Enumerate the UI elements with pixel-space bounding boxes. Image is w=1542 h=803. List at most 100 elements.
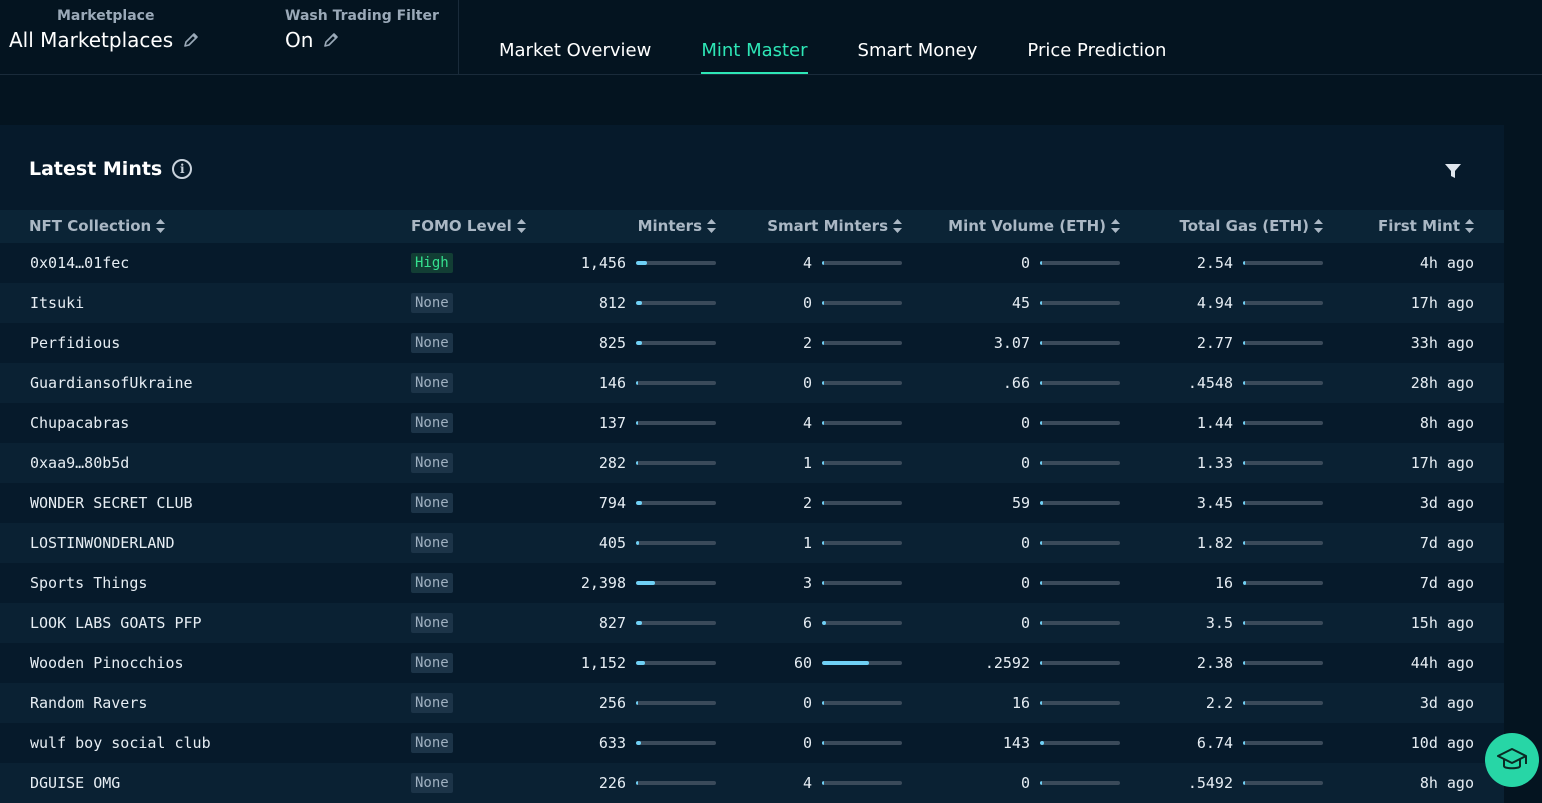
tab-price-prediction[interactable]: Price Prediction (1027, 0, 1166, 74)
column-header-nft-collection[interactable]: NFT Collection (29, 210, 166, 243)
column-header-minters[interactable]: Minters (638, 210, 716, 243)
mint-volume-bar (1040, 661, 1120, 665)
wash-trading-filter[interactable]: Wash Trading Filter On (285, 8, 439, 52)
sort-icon (516, 218, 526, 233)
mint-volume-value: 0 (1020, 774, 1030, 792)
total-gas-bar (1243, 581, 1323, 585)
table-row[interactable]: LOOK LABS GOATS PFP None 827 6 0 3.5 15h ago (0, 603, 1504, 643)
sort-icon (893, 218, 902, 233)
column-header-first-mint[interactable]: First Mint (1378, 210, 1474, 243)
total-gas-value: 16 (1214, 574, 1233, 592)
info-icon[interactable]: i (172, 159, 193, 179)
smart-minters-value: 1 (802, 454, 812, 472)
collection-name[interactable]: LOSTINWONDERLAND (30, 523, 175, 563)
minters-value: 1,152 (580, 654, 626, 672)
table-row[interactable]: Itsuki None 812 0 45 4.94 17h ago (0, 283, 1504, 323)
minters-bar (636, 301, 716, 305)
mint-volume-value: 143 (1002, 734, 1030, 752)
table-row[interactable]: Wooden Pinocchios None 1,152 60 .2592 2.38 44h… (0, 643, 1504, 683)
table-row[interactable]: Perfidious None 825 2 3.07 2.77 33h ago (0, 323, 1504, 363)
smart-minters-bar (822, 301, 902, 305)
first-mint-value: 7d ago (1419, 534, 1474, 552)
smart-minters-bar (822, 741, 902, 745)
table-row[interactable]: 0xaa9…80b5d None 282 1 0 1.33 17h ago (0, 443, 1504, 483)
smart-minters-value: 4 (802, 254, 812, 272)
total-gas-value: 6.74 (1196, 734, 1233, 752)
collection-name[interactable]: WONDER SECRET CLUB (30, 483, 193, 523)
table-row[interactable]: Random Ravers None 256 0 16 2.2 3d ago (0, 683, 1504, 723)
fomo-badge: None (411, 333, 453, 353)
smart-minters-bar (822, 381, 902, 385)
minters-value: 812 (598, 294, 626, 312)
total-gas-bar (1243, 461, 1323, 465)
fomo-badge: High (411, 253, 453, 273)
minters-bar (636, 341, 716, 345)
first-mint-value: 3d ago (1419, 494, 1474, 512)
tab-mint-master[interactable]: Mint Master (701, 0, 808, 74)
first-mint-value: 3d ago (1419, 694, 1474, 712)
column-header-total-gas[interactable]: Total Gas (ETH) (1179, 210, 1323, 243)
table-row[interactable]: GuardiansofUkraine None 146 0 .66 .4548 28h ag… (0, 363, 1504, 403)
total-gas-value: 4.94 (1196, 294, 1233, 312)
collection-name[interactable]: 0x014…01fec (30, 243, 129, 283)
minters-bar (636, 581, 716, 585)
mint-volume-value: 16 (1011, 694, 1030, 712)
collection-name[interactable]: wulf boy social club (30, 723, 211, 763)
table-row[interactable]: Chupacabras None 137 4 0 1.44 8h ago (0, 403, 1504, 443)
tab-market-overview[interactable]: Market Overview (499, 0, 651, 74)
card-title: Latest Mints i (29, 158, 193, 180)
mint-volume-bar (1040, 701, 1120, 705)
total-gas-value: 3.5 (1205, 614, 1233, 632)
minters-value: 405 (598, 534, 626, 552)
minters-bar (636, 621, 716, 625)
collection-name[interactable]: Wooden Pinocchios (30, 643, 184, 683)
pencil-icon[interactable] (183, 32, 199, 48)
fomo-badge: None (411, 453, 453, 473)
learn-button[interactable] (1485, 733, 1539, 787)
nav-tabs: Market Overview Mint Master Smart Money … (499, 0, 1166, 74)
column-header-fomo-level[interactable]: FOMO Level (411, 210, 526, 243)
table-row[interactable]: Sports Things None 2,398 3 0 16 7d ago (0, 563, 1504, 603)
table-row[interactable]: WONDER SECRET CLUB None 794 2 59 3.45 3d ago (0, 483, 1504, 523)
table-row[interactable]: DGUISE OMG None 226 4 0 .5492 8h ago (0, 763, 1504, 803)
minters-bar (636, 421, 716, 425)
collection-name[interactable]: GuardiansofUkraine (30, 363, 193, 403)
minters-bar (636, 741, 716, 745)
collection-name[interactable]: 0xaa9…80b5d (30, 443, 129, 483)
column-header-mint-volume[interactable]: Mint Volume (ETH) (948, 210, 1120, 243)
collection-name[interactable]: Random Ravers (30, 683, 147, 723)
minters-value: 1,456 (580, 254, 626, 272)
total-gas-bar (1243, 781, 1323, 785)
total-gas-bar (1243, 621, 1323, 625)
fomo-badge: None (411, 653, 453, 673)
marketplace-value: All Marketplaces (9, 28, 174, 52)
smart-minters-bar (822, 781, 902, 785)
minters-bar (636, 781, 716, 785)
smart-minters-value: 4 (802, 414, 812, 432)
marketplace-filter[interactable]: Marketplace All Marketplaces (9, 8, 199, 52)
latest-mints-title: Latest Mints (29, 158, 163, 180)
filter-icon[interactable] (1444, 162, 1462, 180)
collection-name[interactable]: DGUISE OMG (30, 763, 120, 803)
smart-minters-bar (822, 501, 902, 505)
table-row[interactable]: 0x014…01fec High 1,456 4 0 2.54 4h ago (0, 243, 1504, 283)
column-header-smart-minters[interactable]: Smart Minters (767, 210, 902, 243)
mint-volume-bar (1040, 541, 1120, 545)
table-row[interactable]: wulf boy social club None 633 0 143 6.74 10d a… (0, 723, 1504, 763)
collection-name[interactable]: Perfidious (30, 323, 120, 363)
minters-value: 282 (598, 454, 626, 472)
total-gas-bar (1243, 541, 1323, 545)
collection-name[interactable]: Itsuki (30, 283, 84, 323)
pencil-icon[interactable] (323, 32, 339, 48)
tab-smart-money[interactable]: Smart Money (858, 0, 978, 74)
collection-name[interactable]: LOOK LABS GOATS PFP (30, 603, 202, 643)
table-row[interactable]: LOSTINWONDERLAND None 405 1 0 1.82 7d ago (0, 523, 1504, 563)
total-gas-value: 3.45 (1196, 494, 1233, 512)
first-mint-value: 8h ago (1419, 414, 1474, 432)
total-gas-bar (1243, 741, 1323, 745)
mint-volume-value: .66 (1002, 374, 1030, 392)
collection-name[interactable]: Chupacabras (30, 403, 129, 443)
collection-name[interactable]: Sports Things (30, 563, 147, 603)
total-gas-value: 1.82 (1196, 534, 1233, 552)
minters-bar (636, 381, 716, 385)
